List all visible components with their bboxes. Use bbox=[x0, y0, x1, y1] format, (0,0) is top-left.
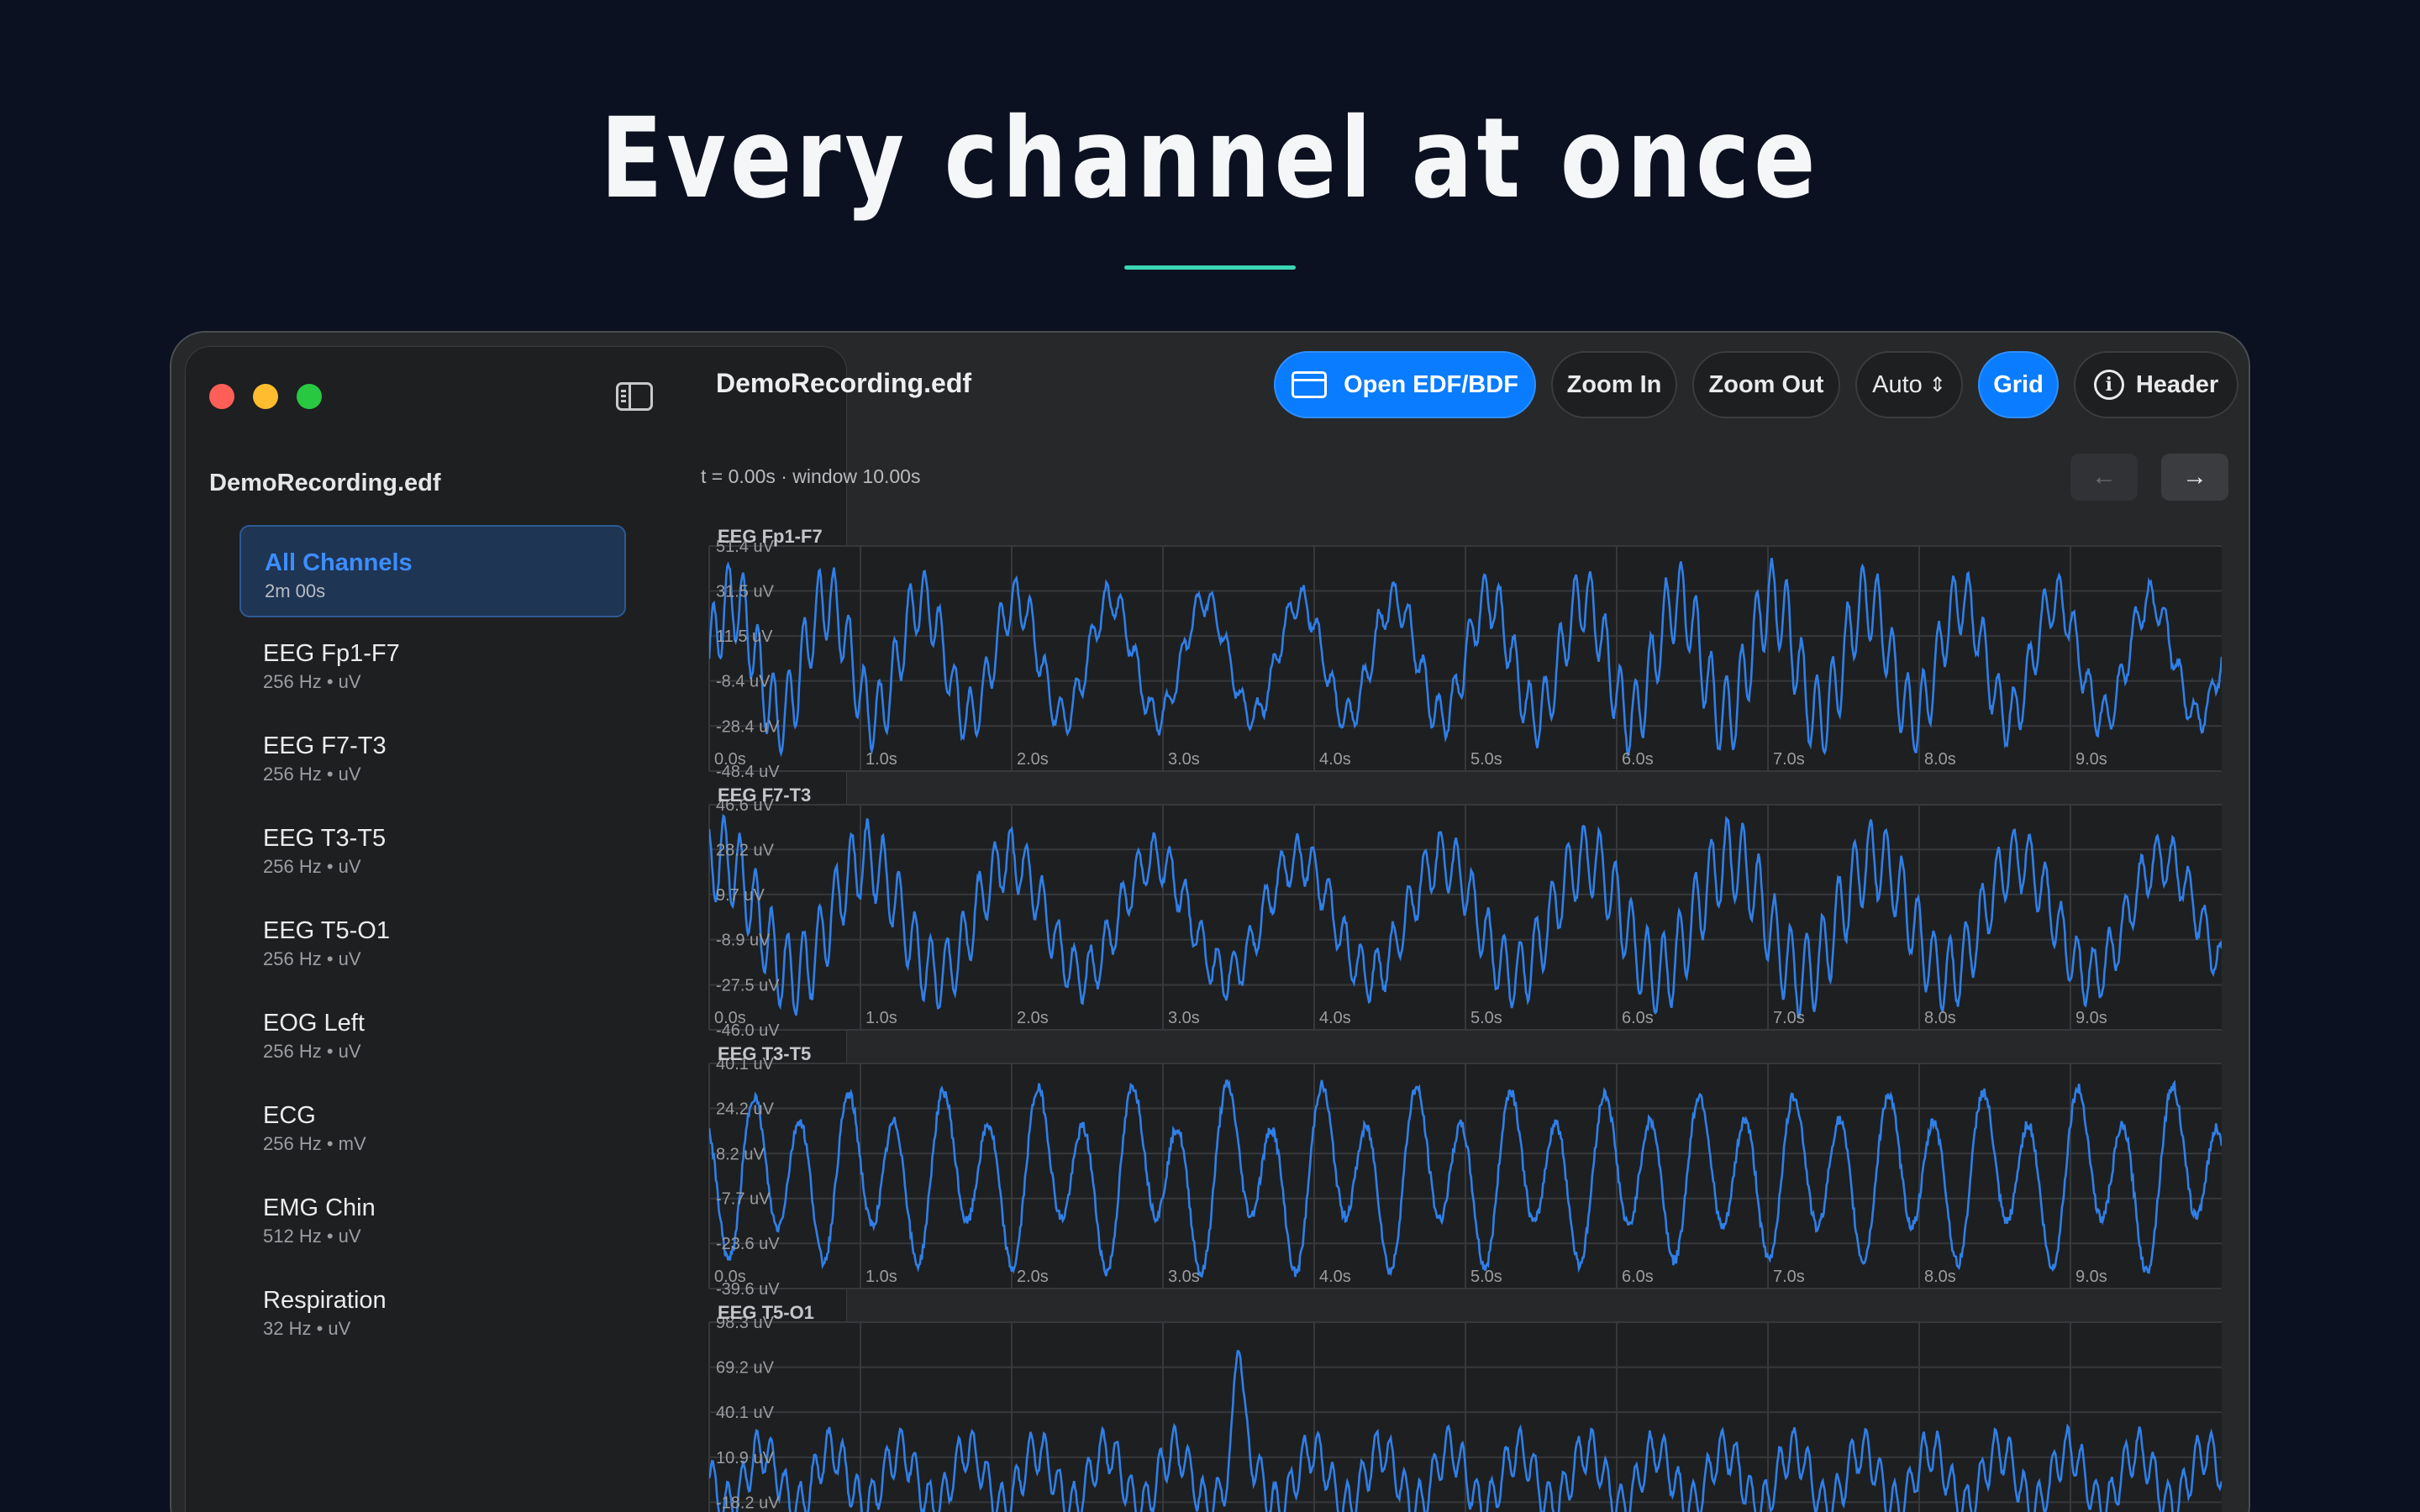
x-tick-label: 3.0s bbox=[1168, 750, 1200, 769]
channel-chart: 0.0s1.0s2.0s3.0s4.0s5.0s6.0s7.0s8.0s9.0s… bbox=[708, 1302, 2222, 1512]
x-tick-label: 2.0s bbox=[1017, 1009, 1049, 1027]
y-tick-label: -23.6 uV bbox=[716, 1235, 780, 1253]
y-tick-label: -8.9 uV bbox=[716, 932, 771, 950]
y-tick-label: -39.6 uV bbox=[716, 1280, 780, 1299]
y-tick-label: -27.5 uV bbox=[716, 976, 780, 995]
x-tick-label: 8.0s bbox=[1924, 750, 1956, 769]
x-tick-label: 5.0s bbox=[1470, 1268, 1502, 1286]
x-tick-label: 8.0s bbox=[1924, 1268, 1956, 1286]
x-tick-label: 7.0s bbox=[1773, 1009, 1805, 1027]
y-tick-label: 69.2 uV bbox=[716, 1359, 775, 1378]
y-tick-label: -46.0 uV bbox=[716, 1021, 780, 1040]
channel-chart-title: EEG T3-T5 bbox=[718, 1043, 811, 1064]
x-tick-label: 9.0s bbox=[2075, 1009, 2107, 1027]
y-tick-label: 8.2 uV bbox=[716, 1145, 765, 1163]
x-tick-label: 2.0s bbox=[1017, 1268, 1049, 1286]
x-tick-label: 6.0s bbox=[1622, 1268, 1654, 1286]
channel-chart: 0.0s1.0s2.0s3.0s4.0s5.0s6.0s7.0s8.0s9.0s… bbox=[708, 785, 2222, 1040]
y-tick-label: 9.7 uV bbox=[716, 886, 765, 905]
x-tick-label: 4.0s bbox=[1319, 1268, 1351, 1286]
x-tick-label: 5.0s bbox=[1470, 750, 1502, 769]
headline-underline bbox=[1124, 265, 1296, 270]
channel-chart-title: EEG F7-T3 bbox=[718, 785, 811, 806]
waveform-area: 0.0s 1.0s 2.0s 3.0s 4.0s 5.0s 6.0s 7.0s 8.0s 9.0s… bbox=[171, 333, 2250, 1512]
y-tick-label: 11.5 uV bbox=[716, 627, 773, 646]
y-tick-label: -28.4 uV bbox=[716, 717, 780, 736]
x-tick-label: 1.0s bbox=[865, 1009, 897, 1027]
y-tick-label: 24.2 uV bbox=[716, 1100, 775, 1118]
x-tick-label: 6.0s bbox=[1622, 1009, 1654, 1027]
x-tick-label: 9.0s bbox=[2075, 1268, 2107, 1286]
channel-chart-title: EEG T5-O1 bbox=[718, 1302, 814, 1323]
x-tick-label: 1.0s bbox=[865, 750, 897, 769]
x-tick-label: 8.0s bbox=[1924, 1009, 1956, 1027]
y-tick-label: 10.9 uV bbox=[716, 1449, 775, 1467]
x-tick-label: 9.0s bbox=[2075, 750, 2107, 769]
x-tick-label: 4.0s bbox=[1319, 1009, 1351, 1027]
y-tick-label: 40.1 uV bbox=[716, 1404, 775, 1422]
x-tick-label: 7.0s bbox=[1773, 1268, 1805, 1286]
x-tick-label: 5.0s bbox=[1470, 1009, 1502, 1027]
channel-chart: 0.0s1.0s2.0s3.0s4.0s5.0s6.0s7.0s8.0s9.0s… bbox=[708, 1043, 2222, 1299]
page-headline: Every channel at once bbox=[600, 94, 1820, 223]
x-tick-label: 7.0s bbox=[1773, 750, 1805, 769]
x-tick-label: 1.0s bbox=[865, 1268, 897, 1286]
x-tick-label: 3.0s bbox=[1168, 1009, 1200, 1027]
channel-chart-title: EEG Fp1-F7 bbox=[718, 526, 823, 547]
channel-chart: 0.0s1.0s2.0s3.0s4.0s5.0s6.0s7.0s8.0s9.0s… bbox=[708, 526, 2222, 781]
waveform-charts[interactable]: 0.0s 1.0s 2.0s 3.0s 4.0s 5.0s 6.0s 7.0s 8.0s 9.0s… bbox=[171, 333, 2250, 1512]
app-window: DemoRecording.edf All Channels 2m 00s EEG … bbox=[170, 331, 2250, 1512]
y-tick-label: -7.7 uV bbox=[716, 1190, 771, 1209]
y-tick-label: -48.4 uV bbox=[716, 763, 780, 781]
x-tick-label: 6.0s bbox=[1622, 750, 1654, 769]
x-tick-label: 3.0s bbox=[1168, 1268, 1200, 1286]
x-tick-label: 2.0s bbox=[1017, 750, 1049, 769]
x-tick-label: 4.0s bbox=[1319, 750, 1351, 769]
y-tick-label: 28.2 uV bbox=[716, 841, 775, 859]
y-tick-label: -8.4 uV bbox=[716, 673, 771, 691]
y-tick-label: 31.5 uV bbox=[716, 582, 775, 601]
y-tick-label: -18.2 uV bbox=[716, 1494, 780, 1512]
